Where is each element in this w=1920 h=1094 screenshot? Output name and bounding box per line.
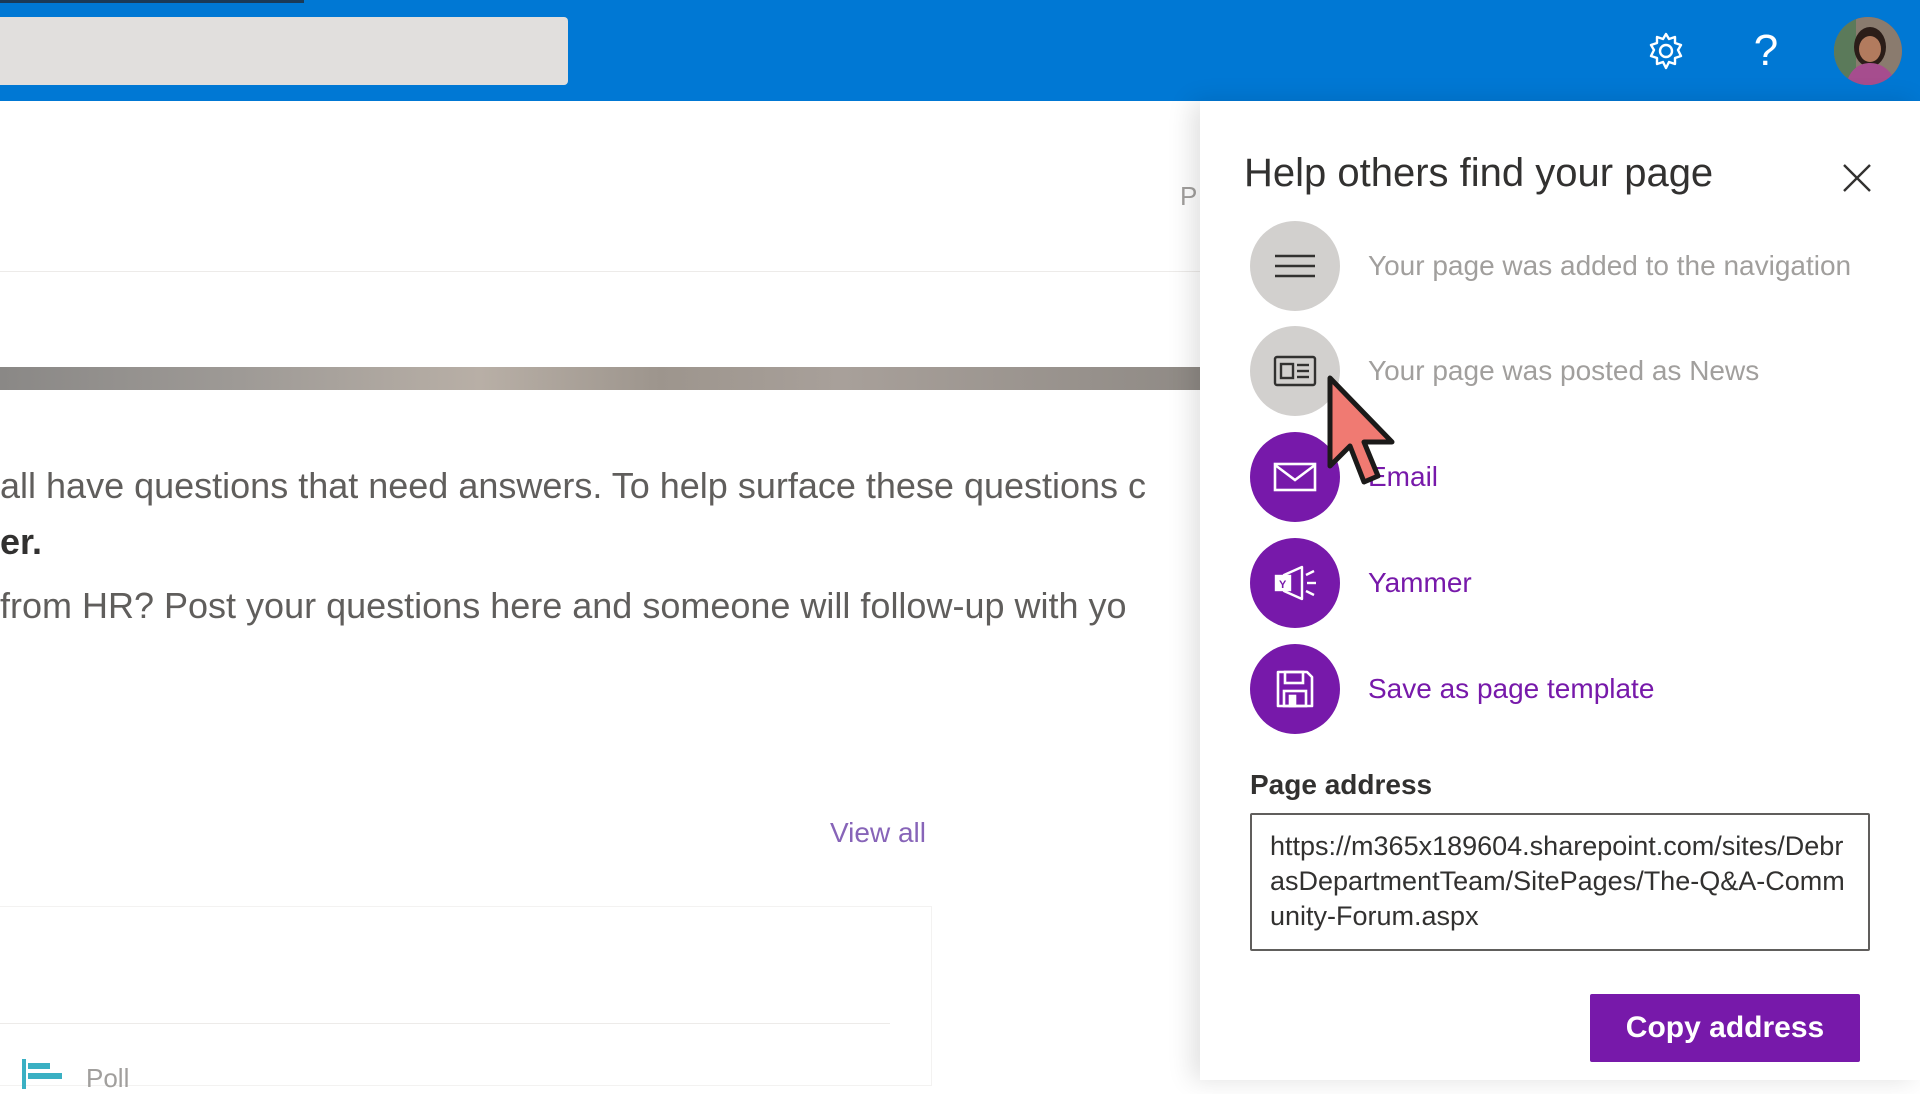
page-header-fragment: P bbox=[1180, 181, 1198, 211]
hero-banner-image bbox=[0, 367, 1200, 390]
panel-title: Help others find your page bbox=[1244, 151, 1714, 195]
yammer-link[interactable]: Yammer bbox=[1368, 568, 1472, 598]
svg-text:Y: Y bbox=[1279, 579, 1287, 591]
email-link[interactable]: Email bbox=[1368, 462, 1438, 492]
news-icon bbox=[1250, 326, 1340, 416]
page-address-label: Page address bbox=[1250, 769, 1433, 800]
help-question-icon[interactable]: ? bbox=[1739, 24, 1793, 78]
save-template-action[interactable]: Save as page template bbox=[1250, 644, 1870, 734]
suite-bar: ? bbox=[0, 0, 1920, 101]
email-action[interactable]: Email bbox=[1250, 432, 1870, 522]
user-avatar[interactable] bbox=[1834, 17, 1902, 85]
save-template-link[interactable]: Save as page template bbox=[1368, 674, 1654, 704]
save-icon bbox=[1250, 644, 1340, 734]
yammer-action[interactable]: Y Yammer bbox=[1250, 538, 1870, 628]
settings-gear-icon[interactable] bbox=[1639, 24, 1693, 78]
action-label-news: Your page was posted as News bbox=[1368, 355, 1760, 386]
progress-strip bbox=[0, 0, 304, 3]
close-icon[interactable] bbox=[1836, 157, 1878, 199]
email-icon bbox=[1250, 432, 1340, 522]
navigation-icon bbox=[1250, 221, 1340, 311]
search-box[interactable] bbox=[0, 17, 568, 85]
page-content: P all have questions that need answers. … bbox=[0, 101, 1200, 1093]
poll-label: Poll bbox=[86, 1063, 130, 1093]
copy-address-button[interactable]: Copy address bbox=[1590, 994, 1860, 1062]
paragraph-1-tail: er. bbox=[0, 521, 43, 562]
paragraph-2: from HR? Post your questions here and so… bbox=[0, 585, 1127, 626]
content-card bbox=[0, 906, 932, 1086]
poll-icon bbox=[22, 1059, 62, 1089]
page-address-field[interactable]: https://m365x189604.sharepoint.com/sites… bbox=[1250, 813, 1870, 951]
help-others-find-page-panel: Help others find your page Your page was… bbox=[1200, 101, 1920, 1080]
paragraph-1: all have questions that need answers. To… bbox=[0, 465, 1147, 506]
view-all-link[interactable]: View all bbox=[830, 817, 926, 849]
yammer-icon: Y bbox=[1250, 538, 1340, 628]
card-divider bbox=[0, 1023, 890, 1024]
action-label-navigation: Your page was added to the navigation bbox=[1368, 250, 1852, 281]
action-navigation: Your page was added to the navigation bbox=[1250, 221, 1870, 311]
action-news: Your page was posted as News bbox=[1250, 326, 1870, 416]
header-divider bbox=[0, 271, 1200, 272]
